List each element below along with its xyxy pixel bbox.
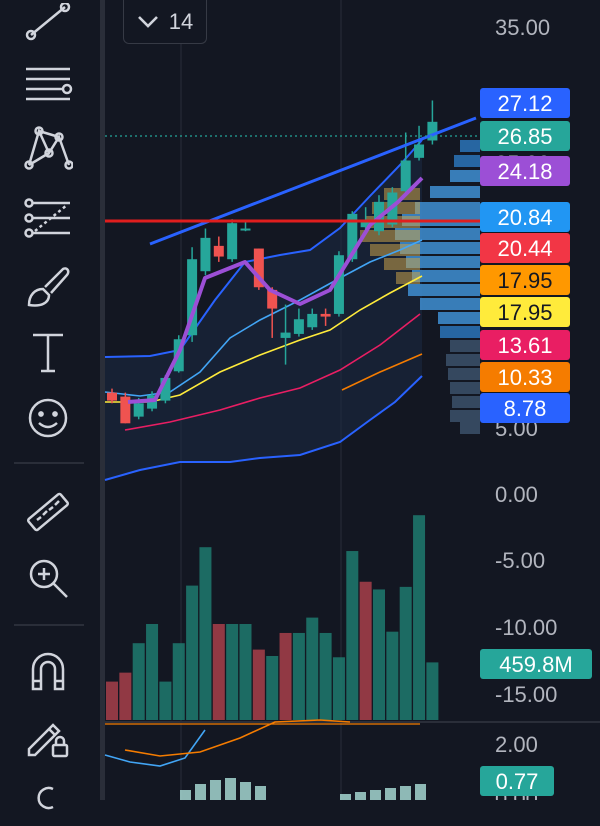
oscillator-histogram-bar bbox=[400, 786, 411, 800]
volume-bar bbox=[106, 681, 118, 720]
price-label: 10.33 bbox=[497, 365, 552, 390]
volume-bar bbox=[266, 656, 279, 720]
volume-profile-bar bbox=[450, 410, 480, 422]
price-axis-tick: 35.00 bbox=[495, 15, 550, 40]
price-label: 17.95 bbox=[497, 268, 552, 293]
volume-bar bbox=[279, 632, 292, 720]
volume-profile-bar bbox=[412, 270, 480, 282]
volume-bar bbox=[292, 632, 305, 720]
price-label: 13.61 bbox=[497, 333, 552, 358]
price-label: 26.85 bbox=[497, 124, 552, 149]
volume-profile-bar bbox=[415, 202, 480, 214]
price-label: 8.78 bbox=[504, 396, 547, 421]
volume-bar bbox=[132, 643, 145, 720]
price-label: 17.95 bbox=[497, 300, 552, 325]
interval-selector-button[interactable]: 14 bbox=[123, 0, 207, 44]
volume-profile-bar bbox=[420, 298, 480, 310]
volume-profile-bar bbox=[384, 258, 420, 270]
volume-bar bbox=[386, 631, 399, 720]
oscillator-histogram-bar bbox=[225, 778, 236, 800]
volume-profile-bar bbox=[438, 312, 480, 324]
candle-body bbox=[227, 223, 238, 260]
candle-body bbox=[107, 392, 117, 401]
price-label: 20.44 bbox=[497, 236, 552, 261]
volume-profile-bar bbox=[440, 326, 480, 338]
volume-bar bbox=[226, 624, 239, 720]
oscillator-histogram-bar bbox=[355, 792, 366, 800]
oscillator-axis-tick: 2.00 bbox=[495, 732, 538, 757]
candle-body bbox=[240, 228, 251, 231]
oscillator-histogram-bar bbox=[385, 788, 396, 800]
volume-profile-bar bbox=[396, 272, 420, 284]
candle-body bbox=[280, 332, 291, 338]
volume-bar bbox=[332, 657, 345, 720]
price-axis-tick: -15.00 bbox=[495, 682, 557, 707]
oscillator-histogram-bar bbox=[210, 780, 221, 800]
volume-profile-bar bbox=[452, 396, 480, 408]
oscillator-histogram-bar bbox=[370, 790, 381, 800]
volume-profile-bar bbox=[450, 170, 480, 182]
candle-body bbox=[213, 245, 224, 257]
volume-profile-bar bbox=[370, 244, 420, 256]
volume-profile-bar bbox=[430, 186, 480, 198]
candle-body bbox=[320, 313, 331, 317]
volume-bar bbox=[306, 617, 319, 720]
price-label: 20.84 bbox=[497, 205, 552, 230]
volume-bar bbox=[319, 632, 332, 720]
volume-bar bbox=[159, 681, 172, 720]
volume-label: 459.8M bbox=[499, 652, 572, 677]
oscillator-histogram-bar bbox=[255, 786, 266, 800]
candle-body bbox=[307, 313, 318, 328]
volume-bar bbox=[346, 551, 359, 720]
price-axis-tick: -5.00 bbox=[495, 548, 545, 573]
oscillator-histogram-bar bbox=[240, 782, 251, 800]
oscillator-histogram-bar bbox=[415, 784, 426, 800]
volume-profile-bar bbox=[460, 422, 480, 434]
volume-bar bbox=[172, 643, 185, 720]
oscillator-histogram-bar bbox=[195, 784, 206, 800]
volume-profile-bar bbox=[408, 284, 480, 296]
candle-body bbox=[293, 319, 304, 334]
volume-bar bbox=[119, 672, 132, 720]
oscillator-histogram-bar bbox=[340, 794, 351, 800]
volume-bar bbox=[413, 515, 426, 720]
volume-bar bbox=[373, 589, 385, 720]
oscillator-histogram-bar bbox=[180, 790, 191, 800]
volume-profile-bar bbox=[454, 155, 480, 167]
chart-area[interactable]: 35.000.00-5.00-10.00-15.0030.0025.005.00… bbox=[0, 0, 600, 800]
chevron-down-icon bbox=[137, 15, 158, 28]
volume-bar bbox=[399, 586, 412, 720]
volume-bar bbox=[199, 547, 212, 720]
price-axis-tick: -10.00 bbox=[495, 615, 557, 640]
candle-body bbox=[400, 160, 411, 192]
volume-bar bbox=[359, 581, 372, 720]
interval-label: 14 bbox=[168, 8, 194, 34]
candle-body bbox=[414, 144, 425, 158]
candle-body bbox=[133, 403, 144, 417]
volume-bar bbox=[186, 585, 199, 720]
volume-bar bbox=[426, 662, 439, 720]
oscillator-label: 0.77 bbox=[496, 769, 539, 794]
volume-bar bbox=[212, 624, 225, 720]
volume-profile-bar bbox=[460, 140, 480, 152]
volume-profile-bar bbox=[446, 354, 480, 366]
price-axis-tick: 0.00 bbox=[495, 482, 538, 507]
volume-profile-bar bbox=[360, 230, 420, 242]
price-label: 24.18 bbox=[497, 159, 552, 184]
volume-bar bbox=[239, 624, 252, 720]
volume-profile-bar bbox=[450, 382, 480, 394]
price-label: 27.12 bbox=[497, 91, 552, 116]
volume-profile-bar bbox=[448, 368, 480, 380]
candle-body bbox=[200, 237, 211, 272]
volume-bar bbox=[252, 649, 265, 720]
volume-profile-bar bbox=[450, 340, 480, 352]
volume-bar bbox=[146, 624, 159, 720]
